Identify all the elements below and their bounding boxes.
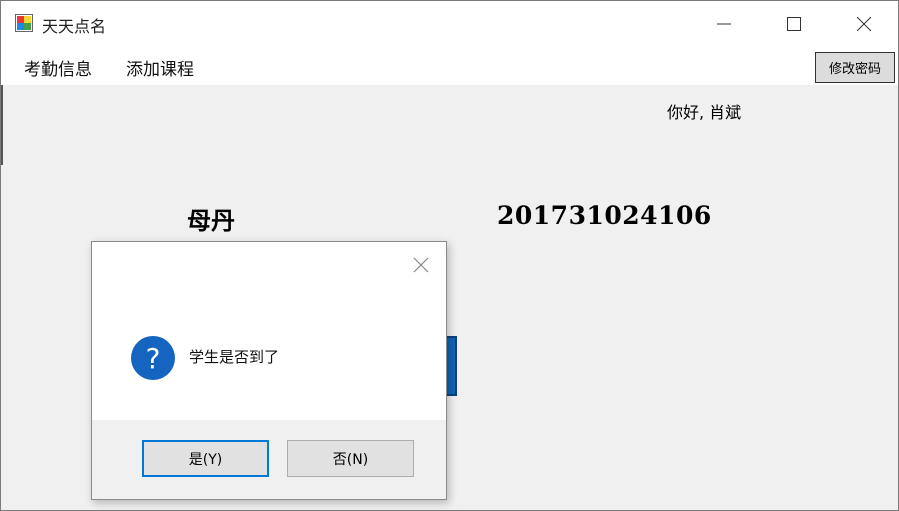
- menu-item-add-course[interactable]: 添加课程: [126, 55, 194, 80]
- main-window: 天天点名 考勤信息 添加课程 修改密码 你好, 肖斌 母丹 2017310241…: [0, 0, 899, 511]
- student-name: 母丹: [187, 206, 235, 235]
- maximize-button[interactable]: [771, 1, 817, 47]
- title-bar: 天天点名: [1, 1, 898, 47]
- dialog-close-icon[interactable]: [412, 256, 430, 274]
- student-id: 201731024106: [497, 201, 712, 230]
- dialog-message: 学生是否到了: [189, 348, 280, 366]
- app-icon: [15, 14, 33, 32]
- minimize-icon: [717, 23, 731, 25]
- dialog-footer: 是(Y) 否(N): [92, 420, 446, 499]
- confirm-dialog: ? 学生是否到了 是(Y) 否(N): [91, 241, 447, 500]
- menu-item-attendance[interactable]: 考勤信息: [24, 55, 92, 80]
- question-icon: ?: [131, 336, 175, 380]
- window-edge-divider: [1, 85, 3, 165]
- window-title: 天天点名: [42, 17, 107, 36]
- greeting-label: 你好, 肖斌: [667, 103, 742, 122]
- maximize-icon: [787, 17, 801, 31]
- change-password-button[interactable]: 修改密码: [815, 52, 895, 83]
- menu-bar: 考勤信息 添加课程: [1, 47, 898, 85]
- minimize-button[interactable]: [701, 1, 747, 47]
- yes-button[interactable]: 是(Y): [142, 440, 269, 477]
- close-icon: [857, 17, 871, 31]
- close-button[interactable]: [841, 1, 887, 47]
- svg-text:?: ?: [146, 342, 161, 375]
- no-button[interactable]: 否(N): [287, 440, 414, 477]
